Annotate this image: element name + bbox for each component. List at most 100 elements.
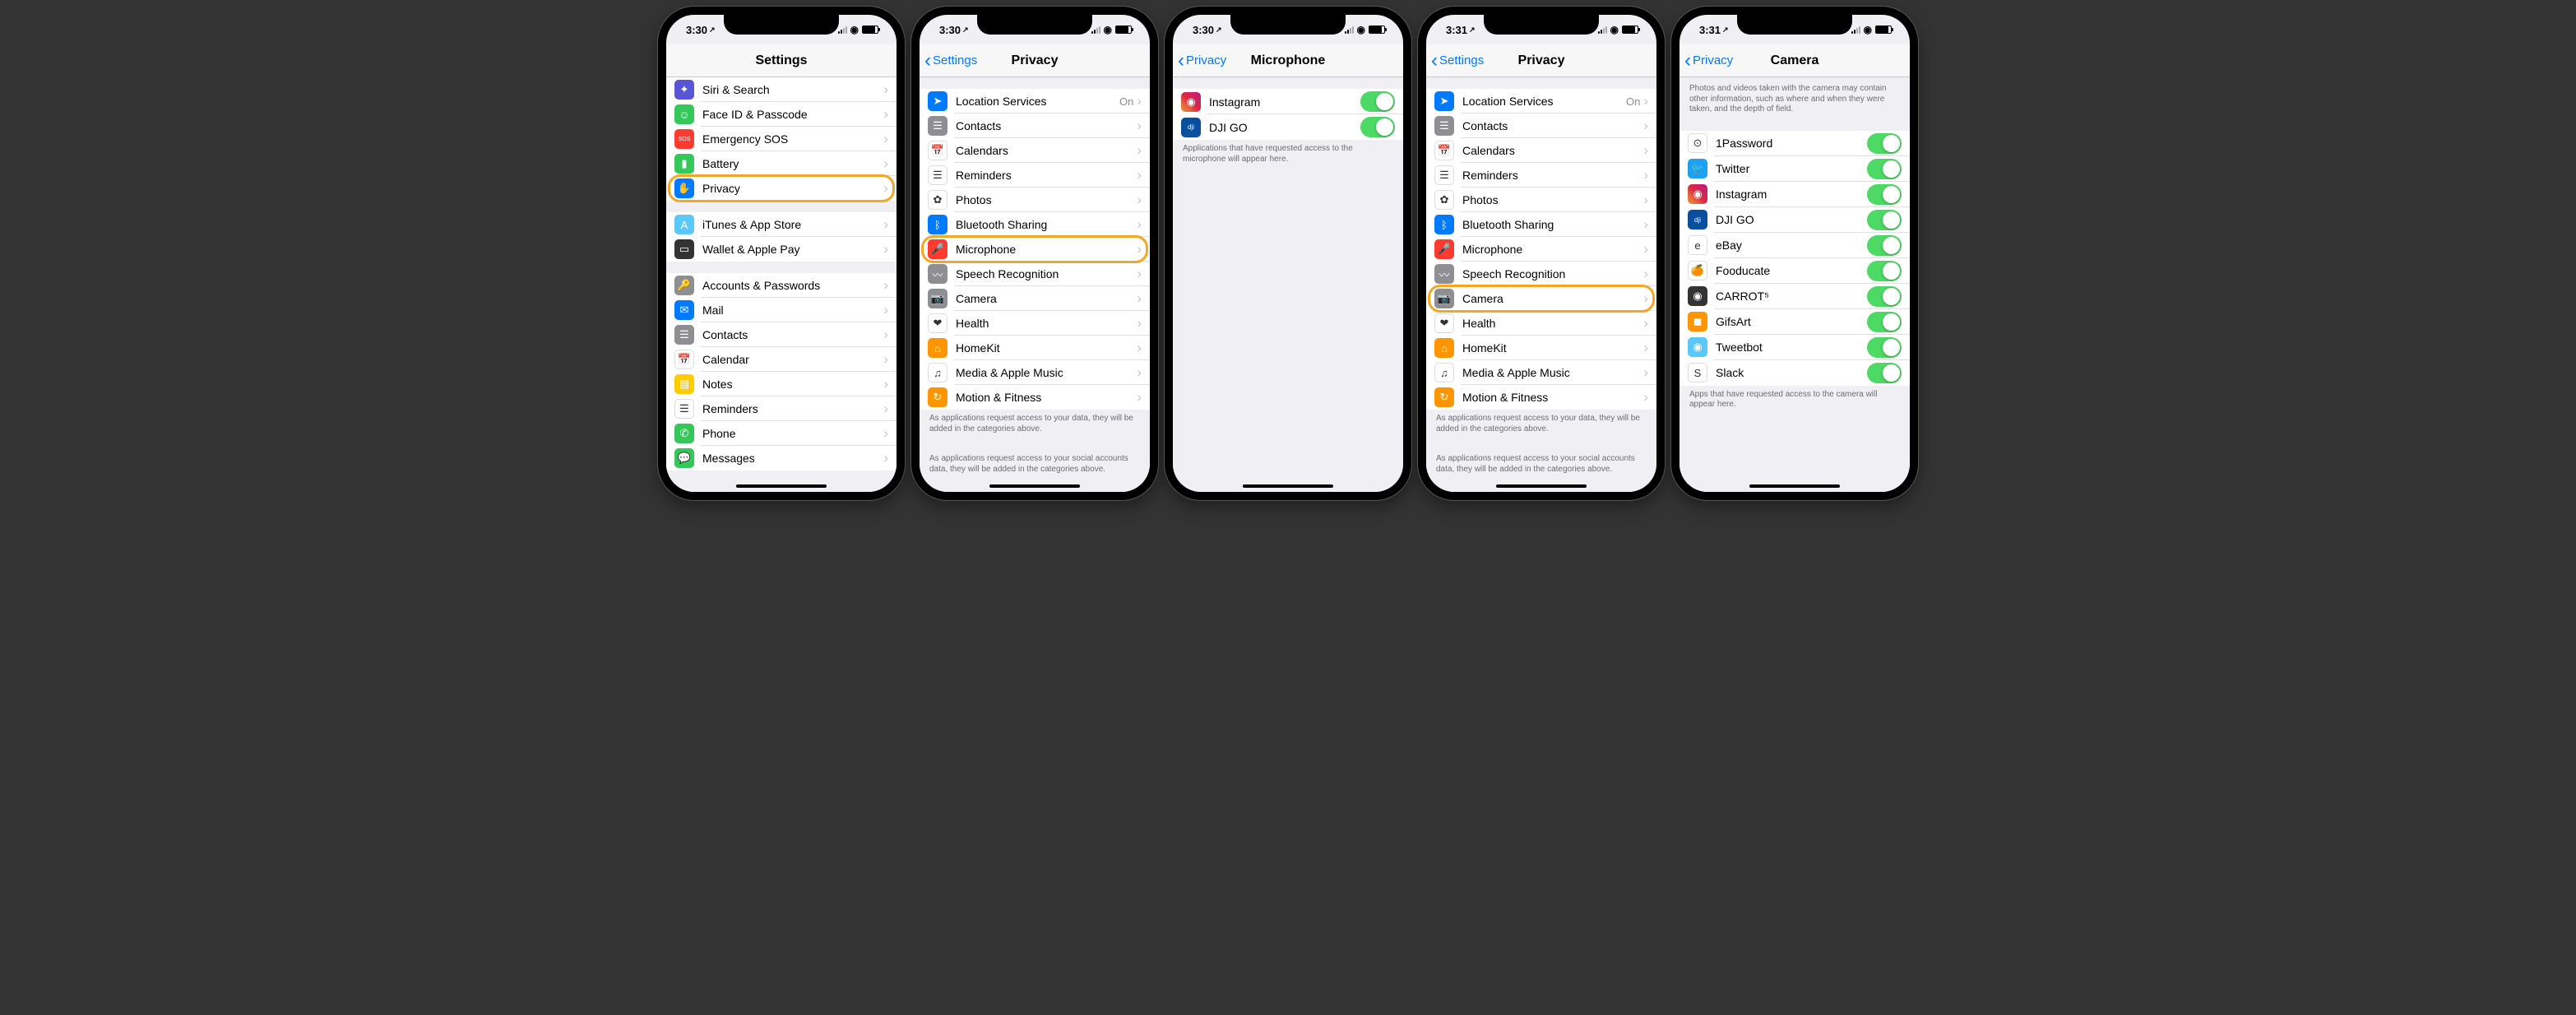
cell-itunes[interactable]: AiTunes & App Store› (666, 212, 897, 237)
nav-bar: ‹SettingsPrivacy (1426, 44, 1656, 77)
toggle-switch[interactable] (1867, 363, 1902, 383)
home-indicator[interactable] (1496, 484, 1587, 488)
toggle-switch[interactable] (1867, 312, 1902, 332)
cell-battery[interactable]: ▮Battery› (666, 151, 897, 176)
cell-homekit[interactable]: ⌂HomeKit› (920, 336, 1150, 360)
cell-bluetooth[interactable]: ᛒBluetooth Sharing› (920, 212, 1150, 237)
cell-djigo2[interactable]: djiDJI GO (1679, 207, 1910, 233)
cell-microphone[interactable]: 🎤Microphone› (920, 237, 1150, 262)
cell-instagram2[interactable]: ◉Instagram (1679, 182, 1910, 207)
cell-health[interactable]: ❤Health› (1426, 311, 1656, 336)
chevron-right-icon: › (883, 216, 888, 233)
cell-gifsart[interactable]: ◼GifsArt (1679, 309, 1910, 335)
back-button[interactable]: ‹Settings (920, 51, 977, 71)
content[interactable]: ◉InstagramdjiDJI GOApplications that hav… (1173, 77, 1403, 492)
content[interactable]: ➤Location ServicesOn›☰Contacts›📅Calendar… (1426, 77, 1656, 492)
cell-motion[interactable]: ↻Motion & Fitness› (920, 385, 1150, 410)
cell-media[interactable]: ♫Media & Apple Music› (920, 360, 1150, 385)
chevron-right-icon: › (1643, 192, 1648, 208)
cell-calendars2[interactable]: 📅Calendars› (920, 138, 1150, 163)
cell-privacy[interactable]: ✋Privacy› (666, 176, 897, 201)
cell-carrot[interactable]: ◉CARROT⁵ (1679, 284, 1910, 309)
cell-contacts[interactable]: ☰Contacts› (666, 322, 897, 347)
signal-icon (1851, 25, 1860, 34)
cell-accounts[interactable]: 🔑Accounts & Passwords› (666, 273, 897, 298)
cell-tweetbot[interactable]: ◉Tweetbot (1679, 335, 1910, 360)
cell-ebay[interactable]: eeBay (1679, 233, 1910, 258)
toggle-switch[interactable] (1867, 184, 1902, 205)
cell-djigo[interactable]: djiDJI GO (1173, 114, 1403, 140)
cell-health[interactable]: ❤Health› (920, 311, 1150, 336)
cell-camera[interactable]: 📷Camera› (1426, 286, 1656, 311)
homekit-icon: ⌂ (928, 338, 947, 358)
cell-calendar[interactable]: 📅Calendar› (666, 347, 897, 372)
cell-slack[interactable]: SSlack (1679, 360, 1910, 386)
cell-location[interactable]: ➤Location ServicesOn› (1426, 89, 1656, 114)
cell-speech[interactable]: 〰Speech Recognition› (920, 262, 1150, 286)
home-indicator[interactable] (1243, 484, 1333, 488)
chevron-right-icon: › (1137, 216, 1142, 233)
cell-1password[interactable]: ⊙1Password (1679, 131, 1910, 156)
content[interactable]: ➤Location ServicesOn›☰Contacts›📅Calendar… (920, 77, 1150, 492)
cell-reminders2[interactable]: ☰Reminders› (1426, 163, 1656, 188)
cell-media[interactable]: ♫Media & Apple Music› (1426, 360, 1656, 385)
tweetbot-icon: ◉ (1688, 337, 1707, 357)
toggle-switch[interactable] (1867, 210, 1902, 230)
status-indicators: ◉ (1851, 24, 1892, 35)
cell-messages[interactable]: 💬Messages› (666, 446, 897, 470)
toggle-switch[interactable] (1867, 337, 1902, 358)
cell-motion[interactable]: ↻Motion & Fitness› (1426, 385, 1656, 410)
cell-homekit[interactable]: ⌂HomeKit› (1426, 336, 1656, 360)
footer-note: As applications request access to your d… (920, 410, 1150, 438)
cell-notes[interactable]: ▤Notes› (666, 372, 897, 396)
cell-fooducate[interactable]: 🍊Fooducate (1679, 258, 1910, 284)
media-icon: ♫ (1434, 363, 1454, 382)
cell-speech[interactable]: 〰Speech Recognition› (1426, 262, 1656, 286)
back-button[interactable]: ‹Privacy (1679, 51, 1733, 71)
nav-bar: ‹PrivacyMicrophone (1173, 44, 1403, 77)
cell-label: Motion & Fitness (956, 391, 1137, 404)
toggle-switch[interactable] (1867, 235, 1902, 256)
cell-label: Messages (702, 452, 883, 465)
toggle-switch[interactable] (1867, 286, 1902, 307)
faceid-icon: ☺ (674, 104, 694, 124)
gifsart-icon: ◼ (1688, 312, 1707, 331)
back-button[interactable]: ‹Privacy (1173, 51, 1226, 71)
cell-calendars2[interactable]: 📅Calendars› (1426, 138, 1656, 163)
cell-mail[interactable]: ✉Mail› (666, 298, 897, 322)
cell-camera[interactable]: 📷Camera› (920, 286, 1150, 311)
cell-label: HomeKit (956, 341, 1137, 355)
cell-faceid[interactable]: ☺Face ID & Passcode› (666, 102, 897, 127)
cell-wallet[interactable]: ▭Wallet & Apple Pay› (666, 237, 897, 262)
content[interactable]: Photos and videos taken with the camera … (1679, 77, 1910, 492)
cell-location[interactable]: ➤Location ServicesOn› (920, 89, 1150, 114)
cell-label: Face ID & Passcode (702, 108, 883, 121)
cell-contacts2[interactable]: ☰Contacts› (1426, 114, 1656, 138)
cell-siri[interactable]: ✦Siri & Search› (666, 77, 897, 102)
content[interactable]: ✦Siri & Search›☺ Face ID & Passcode › SOSEm… (666, 77, 897, 492)
cell-sos[interactable]: SOSEmergency SOS› (666, 127, 897, 151)
cell-twitter[interactable]: 🐦Twitter (1679, 156, 1910, 182)
cell-bluetooth[interactable]: ᛒBluetooth Sharing› (1426, 212, 1656, 237)
cell-photos[interactable]: ✿Photos› (1426, 188, 1656, 212)
cell-reminders2[interactable]: ☰Reminders› (920, 163, 1150, 188)
cell-instagram[interactable]: ◉Instagram (1173, 89, 1403, 114)
cell-phone[interactable]: ✆Phone› (666, 421, 897, 446)
cell-label: Bluetooth Sharing (1462, 218, 1643, 231)
cell-reminders[interactable]: ☰Reminders› (666, 396, 897, 421)
cell-photos[interactable]: ✿Photos› (920, 188, 1150, 212)
toggle-switch[interactable] (1867, 159, 1902, 179)
home-indicator[interactable] (1749, 484, 1840, 488)
cell-label: Contacts (956, 119, 1137, 132)
toggle-switch[interactable] (1867, 133, 1902, 154)
chevron-right-icon: › (1643, 241, 1648, 257)
cell-contacts2[interactable]: ☰Contacts› (920, 114, 1150, 138)
home-indicator[interactable] (989, 484, 1080, 488)
toggle-switch[interactable] (1360, 91, 1395, 112)
home-indicator[interactable] (736, 484, 827, 488)
toggle-switch[interactable] (1867, 261, 1902, 281)
cell-microphone[interactable]: 🎤Microphone› (1426, 237, 1656, 262)
screen: 3:31↗ ◉ ‹PrivacyCameraPhotos and videos … (1679, 15, 1910, 492)
back-button[interactable]: ‹Settings (1426, 51, 1484, 71)
toggle-switch[interactable] (1360, 117, 1395, 137)
